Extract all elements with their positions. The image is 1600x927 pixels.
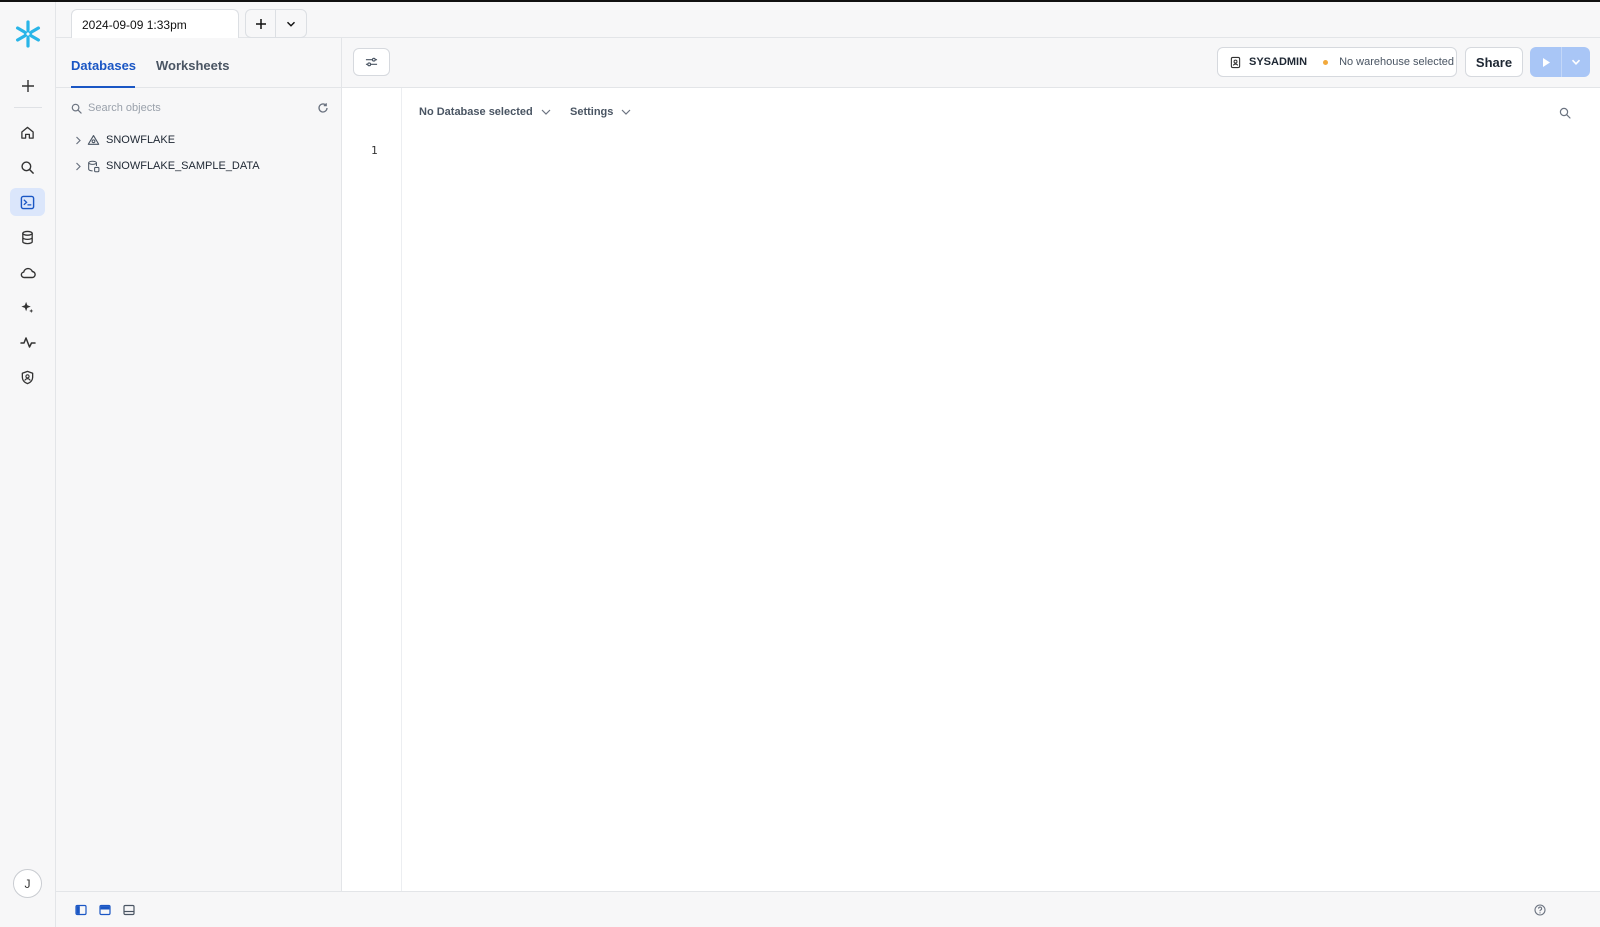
chevron-down-icon bbox=[286, 21, 296, 27]
user-avatar[interactable]: J bbox=[13, 869, 42, 898]
settings-selector[interactable]: Settings bbox=[570, 106, 631, 118]
database-selector[interactable]: No Database selected bbox=[419, 106, 551, 118]
sliders-icon bbox=[365, 57, 378, 67]
warehouse-status-dot bbox=[1323, 59, 1329, 65]
filter-settings-button[interactable] bbox=[353, 48, 390, 76]
tree-item-snowflake[interactable]: SNOWFLAKE bbox=[74, 130, 175, 150]
role-badge-icon bbox=[1230, 56, 1241, 68]
play-icon bbox=[1542, 57, 1550, 67]
chevron-right-icon[interactable] bbox=[74, 136, 82, 145]
search-icon[interactable] bbox=[10, 153, 45, 181]
toggle-results-panel-icon[interactable] bbox=[122, 903, 136, 917]
activity-icon[interactable] bbox=[10, 328, 45, 356]
tab-list-dropdown-button[interactable] bbox=[276, 10, 306, 37]
search-icon bbox=[71, 103, 82, 114]
editor-toolbar: SYSADMIN No warehouse selected Share bbox=[342, 38, 1600, 88]
plus-icon[interactable] bbox=[10, 72, 45, 100]
object-browser-panel: Databases Worksheets Search objects SNOW… bbox=[56, 38, 342, 891]
new-tab-group bbox=[245, 9, 307, 38]
tab-databases[interactable]: Databases bbox=[71, 58, 136, 73]
snowflake-logo[interactable] bbox=[10, 20, 45, 48]
help-icon[interactable] bbox=[1533, 903, 1547, 917]
sample-database-icon bbox=[88, 160, 100, 172]
search-objects-input[interactable]: Search objects bbox=[88, 102, 317, 114]
nav-rail: J bbox=[0, 2, 56, 927]
panel-tabs: Databases Worksheets bbox=[56, 38, 342, 88]
worksheet-tab[interactable]: 2024-09-09 1:33pm bbox=[71, 9, 239, 38]
search-icon bbox=[1559, 107, 1571, 119]
active-tab-indicator bbox=[71, 86, 135, 88]
run-button[interactable] bbox=[1530, 47, 1562, 77]
toggle-editor-panel-icon[interactable] bbox=[98, 903, 112, 917]
ai-sparkle-icon[interactable] bbox=[10, 293, 45, 321]
worksheets-icon[interactable] bbox=[10, 188, 45, 216]
run-options-dropdown[interactable] bbox=[1562, 47, 1590, 77]
settings-label: Settings bbox=[570, 106, 614, 118]
sql-editor[interactable]: 1 No Database selected Settings bbox=[342, 88, 1600, 891]
tab-worksheets[interactable]: Worksheets bbox=[156, 58, 229, 73]
line-number-gutter bbox=[342, 88, 402, 891]
toggle-left-panel-icon[interactable] bbox=[74, 903, 88, 917]
role-label: SYSADMIN bbox=[1249, 56, 1308, 68]
object-search[interactable]: Search objects bbox=[71, 98, 329, 118]
chevron-down-icon bbox=[541, 109, 551, 115]
tree-item-snowflake-sample-data[interactable]: SNOWFLAKE_SAMPLE_DATA bbox=[74, 156, 260, 176]
cloud-icon[interactable] bbox=[10, 258, 45, 286]
rail-divider bbox=[14, 107, 42, 108]
run-button-group bbox=[1530, 47, 1590, 77]
bottom-bar bbox=[56, 891, 1600, 927]
line-number: 1 bbox=[371, 144, 378, 157]
tree-item-label: SNOWFLAKE_SAMPLE_DATA bbox=[106, 160, 260, 172]
refresh-icon[interactable] bbox=[317, 102, 329, 114]
warehouse-label: No warehouse selected bbox=[1339, 56, 1455, 68]
editor-search-button[interactable] bbox=[1559, 106, 1571, 124]
session-context-selector[interactable]: SYSADMIN No warehouse selected bbox=[1217, 47, 1457, 77]
worksheet-tab-strip: 2024-09-09 1:33pm bbox=[56, 2, 1600, 38]
database-selector-label: No Database selected bbox=[419, 106, 533, 118]
shared-database-icon bbox=[87, 134, 100, 145]
admin-shield-icon[interactable] bbox=[10, 363, 45, 391]
new-worksheet-button[interactable] bbox=[246, 10, 277, 37]
chevron-down-icon bbox=[621, 109, 631, 115]
share-button[interactable]: Share bbox=[1465, 47, 1523, 77]
chevron-right-icon[interactable] bbox=[74, 162, 82, 171]
chevron-down-icon bbox=[1571, 59, 1581, 65]
database-icon[interactable] bbox=[10, 223, 45, 251]
home-icon[interactable] bbox=[10, 118, 45, 146]
tree-item-label: SNOWFLAKE bbox=[106, 134, 176, 146]
plus-icon bbox=[255, 18, 266, 29]
